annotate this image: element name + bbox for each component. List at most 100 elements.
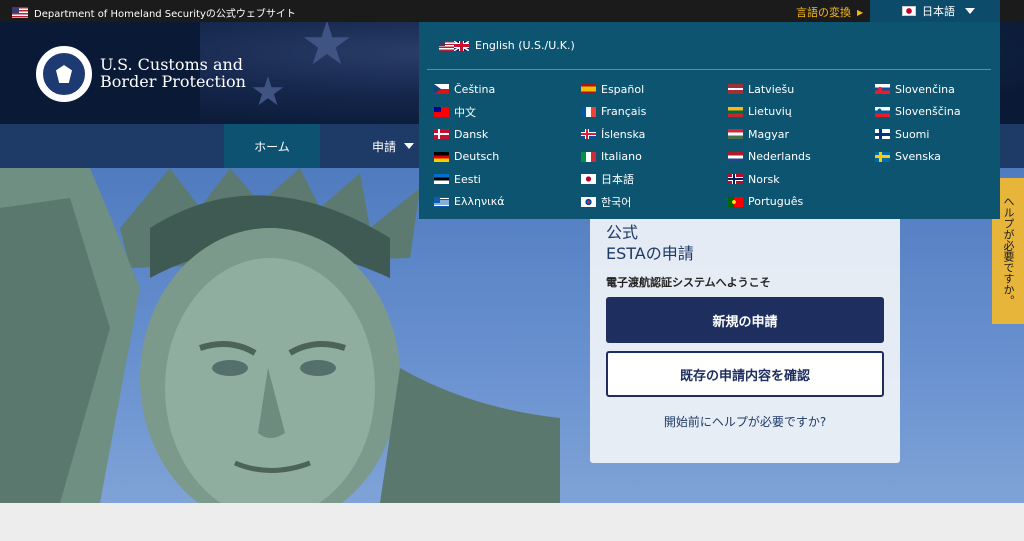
language-option-label: 日本語 [601,173,634,187]
card-subtitle: 電子渡航認証システムへようこそ [606,276,771,289]
language-option-sk[interactable]: Slovenčina [875,78,1015,101]
lv-flag-icon [728,84,743,95]
language-grid-empty-cell [875,168,1015,191]
language-option-english[interactable]: English (U.S./U.K.) [439,39,575,52]
language-option-de[interactable]: Deutsch [434,146,581,169]
agency-name-line2: Border Protection [100,72,246,91]
language-grid-empty-cell [875,191,1015,214]
ko-flag-icon [581,196,596,207]
nav-apply-label: 申請 [372,139,397,154]
fr-flag-icon [581,106,596,117]
da-flag-icon [434,129,449,140]
language-option-label: Svenska [895,150,941,164]
uk-flag-icon [454,40,469,51]
sl-flag-icon [875,106,890,117]
language-grid: Čeština Español Latviešu Slovenčina 中文 França… [434,78,1015,213]
language-option-label: Português [748,195,804,209]
language-option-label: Nederlands [748,150,811,164]
hu-flag-icon [728,129,743,140]
no-flag-icon [728,174,743,185]
language-option-is[interactable]: Íslenska [581,123,728,146]
language-option-label: Norsk [748,172,780,186]
language-option-label: Italiano [601,150,642,164]
de-flag-icon [434,151,449,162]
sv-flag-icon [875,151,890,162]
card-title-line1: 公式 [606,223,639,242]
el-flag-icon [434,196,449,207]
chevron-down-icon [404,143,415,149]
language-option-it[interactable]: Italiano [581,146,728,169]
es-flag-icon [581,84,596,95]
language-option-label: Français [601,105,647,119]
esta-card: 公式 ESTAの申請 電子渡航認証システムへようこそ 新規の申請 既存の申請内容… [590,208,900,463]
us-flag-icon [439,40,454,51]
is-flag-icon [581,129,596,140]
language-option-label: Magyar [748,127,789,141]
language-option-no[interactable]: Norsk [728,168,875,191]
gov-banner-text: Department of Homeland Securityの公式ウェブサイト [34,9,296,20]
nav-apply[interactable]: 申請 [372,124,415,168]
language-option-label: Eesti [454,172,481,186]
zh-flag-icon [434,106,449,117]
language-option-cs[interactable]: Čeština [434,78,581,101]
gov-banner-left: Department of Homeland Securityの公式ウェブサイト [12,5,296,20]
star-decoration: ★ [250,69,286,115]
page-content-area [0,503,1024,541]
language-option-da[interactable]: Dansk [434,123,581,146]
card-title-line2: ESTAの申請 [606,244,694,263]
card-title: 公式 ESTAの申請 [606,222,694,264]
star-decoration: ★ [300,22,354,79]
chevron-down-icon [965,8,975,14]
language-option-label: English (U.S./U.K.) [475,39,575,52]
language-option-label: Íslenska [601,127,646,141]
language-option-hu[interactable]: Magyar [728,123,875,146]
language-option-label: Slovenščina [895,105,961,119]
language-option-nl[interactable]: Nederlands [728,146,875,169]
language-option-ko[interactable]: 한국어 [581,191,728,214]
ja-flag-icon [581,174,596,185]
us-flag-icon [12,7,28,18]
japan-flag-icon [902,6,916,16]
language-option-label: 中文 [454,105,476,119]
existing-application-button[interactable]: 既存の申請内容を確認 [606,351,884,397]
gov-banner: Department of Homeland Securityの公式ウェブサイト… [0,0,1024,22]
language-option-fr[interactable]: Français [581,101,728,124]
nav-home[interactable]: ホーム [224,124,320,168]
pt-flag-icon [728,196,743,207]
language-option-et[interactable]: Eesti [434,168,581,191]
divider [427,69,991,70]
language-option-label: Español [601,82,645,96]
agency-name[interactable]: U.S. Customs and Border Protection [100,56,246,90]
language-option-label: Deutsch [454,150,500,164]
language-option-label: Suomi [895,127,930,141]
language-option-lt[interactable]: Lietuvių [728,101,875,124]
sk-flag-icon [875,84,890,95]
language-option-es[interactable]: Español [581,78,728,101]
language-option-label: Slovenčina [895,82,955,96]
language-option-label: Ελληνικά [454,195,505,209]
language-option-pt[interactable]: Português [728,191,875,214]
language-option-ja[interactable]: 日本語 [581,168,728,191]
lt-flag-icon [728,106,743,117]
current-language-label: 日本語 [922,5,955,18]
language-option-label: Čeština [454,82,496,96]
language-option-label: Lietuvių [748,105,792,119]
language-option-sl[interactable]: Slovenščina [875,101,1015,124]
nl-flag-icon [728,151,743,162]
cs-flag-icon [434,84,449,95]
language-option-label: Dansk [454,127,489,141]
help-before-start-link[interactable]: 開始前にヘルプが必要ですか? [590,413,900,430]
dhs-seal-logo[interactable] [36,46,92,102]
language-option-zh[interactable]: 中文 [434,101,581,124]
current-language-select[interactable]: 日本語 [870,0,1000,22]
fi-flag-icon [875,129,890,140]
language-option-sv[interactable]: Svenska [875,146,1015,169]
language-toggle[interactable]: 言語の変換 ▶ [796,4,863,20]
language-option-label: 한국어 [601,195,632,209]
language-toggle-label: 言語の変換 [796,6,851,19]
language-option-el[interactable]: Ελληνικά [434,191,581,214]
language-option-lv[interactable]: Latviešu [728,78,875,101]
new-application-button[interactable]: 新規の申請 [606,297,884,343]
language-option-fi[interactable]: Suomi [875,123,1015,146]
language-dropdown: English (U.S./U.K.) Čeština Español Latvie… [419,22,1000,219]
